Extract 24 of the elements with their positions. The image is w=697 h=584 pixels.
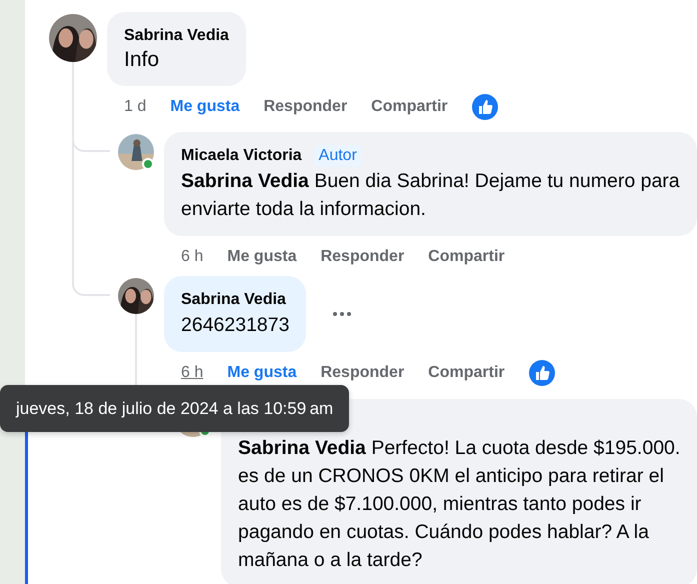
timestamp[interactable]: 6 h <box>181 248 204 266</box>
author-badge: Autor <box>314 145 362 167</box>
share-link[interactable]: Compartir <box>428 364 505 382</box>
share-link[interactable]: Compartir <box>428 248 505 266</box>
reply-link[interactable]: Responder <box>320 364 404 382</box>
timestamp[interactable]: 6 h <box>181 364 204 382</box>
author-name[interactable]: Sabrina Vedia <box>181 289 286 311</box>
author-name[interactable]: Micaela Victoria <box>181 145 302 167</box>
reply-link[interactable]: Responder <box>320 248 404 266</box>
like-icon[interactable] <box>472 94 498 120</box>
like-link[interactable]: Me gusta <box>170 98 240 116</box>
timestamp[interactable]: 1 d <box>124 98 146 116</box>
comment-text: Info <box>124 47 160 73</box>
more-icon[interactable] <box>332 311 352 317</box>
like-link[interactable]: Me gusta <box>227 248 297 266</box>
like-icon[interactable] <box>528 360 555 386</box>
author-name[interactable]: Sabrina Vedia <box>124 25 229 47</box>
share-link[interactable]: Compartir <box>371 98 448 116</box>
like-link[interactable]: Me gusta <box>227 364 297 382</box>
comment-text: Sabrina Vedia Buen dia Sabrina! Dejame tu numero para enviarte toda la informacion. <box>181 169 681 222</box>
comment-text: Sabrina Vedia Perfecto! La cuota desde $195.000. es de un CRONOS 0KM el anticipo para retirar el auto es de $7.100.000, mientras tanto podes ir pagando en cuotas. Cuándo podes hablar? A la mañana o a la tarde? <box>238 436 682 573</box>
comment-text: 2646231873 <box>181 313 290 338</box>
reply-link[interactable]: Responder <box>264 98 348 116</box>
timestamp-tooltip: jueves, 18 de julio de 2024 a las 10:59 am <box>0 385 350 432</box>
